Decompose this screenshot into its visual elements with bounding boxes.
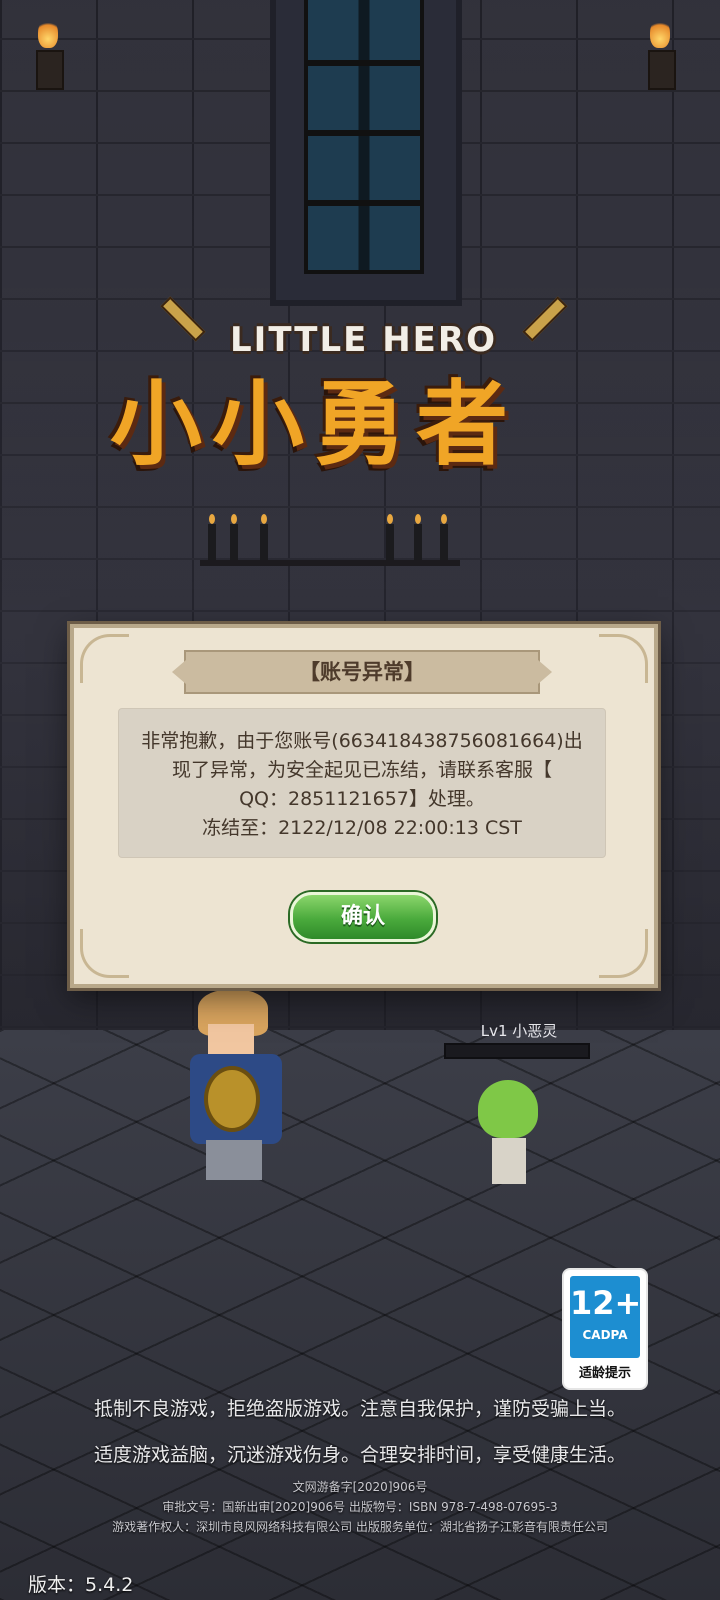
dialog-message-line: QQ：2851121657】处理。 [239, 788, 485, 810]
dialog-corner-ornament [599, 929, 648, 978]
account-abnormal-dialog: 【账号异常】 非常抱歉，由于您账号(663418438756081664)出 现… [70, 624, 658, 988]
dialog-message: 非常抱歉，由于您账号(663418438756081664)出 现了异常，为安全… [118, 708, 606, 858]
confirm-button[interactable]: 确认 [290, 892, 436, 942]
dialog-message-line: 非常抱歉，由于您账号(663418438756081664)出 [141, 730, 583, 752]
dialog-corner-ornament [599, 634, 648, 683]
dialog-title: 【账号异常】 [172, 650, 552, 694]
dialog-message-line: 现了异常，为安全起见已冻结，请联系客服【 [171, 759, 552, 781]
dialog-corner-ornament [80, 929, 129, 978]
modal-overlay: 【账号异常】 非常抱歉，由于您账号(663418438756081664)出 现… [0, 0, 720, 1600]
game-screen: LITTLE HERO 小小勇者 Lv1 小恶灵 12+ CADPA 适龄提示 … [0, 0, 720, 1600]
dialog-message-line: 冻结至：2122/12/08 22:00:13 CST [202, 817, 522, 839]
dialog-corner-ornament [80, 634, 129, 683]
